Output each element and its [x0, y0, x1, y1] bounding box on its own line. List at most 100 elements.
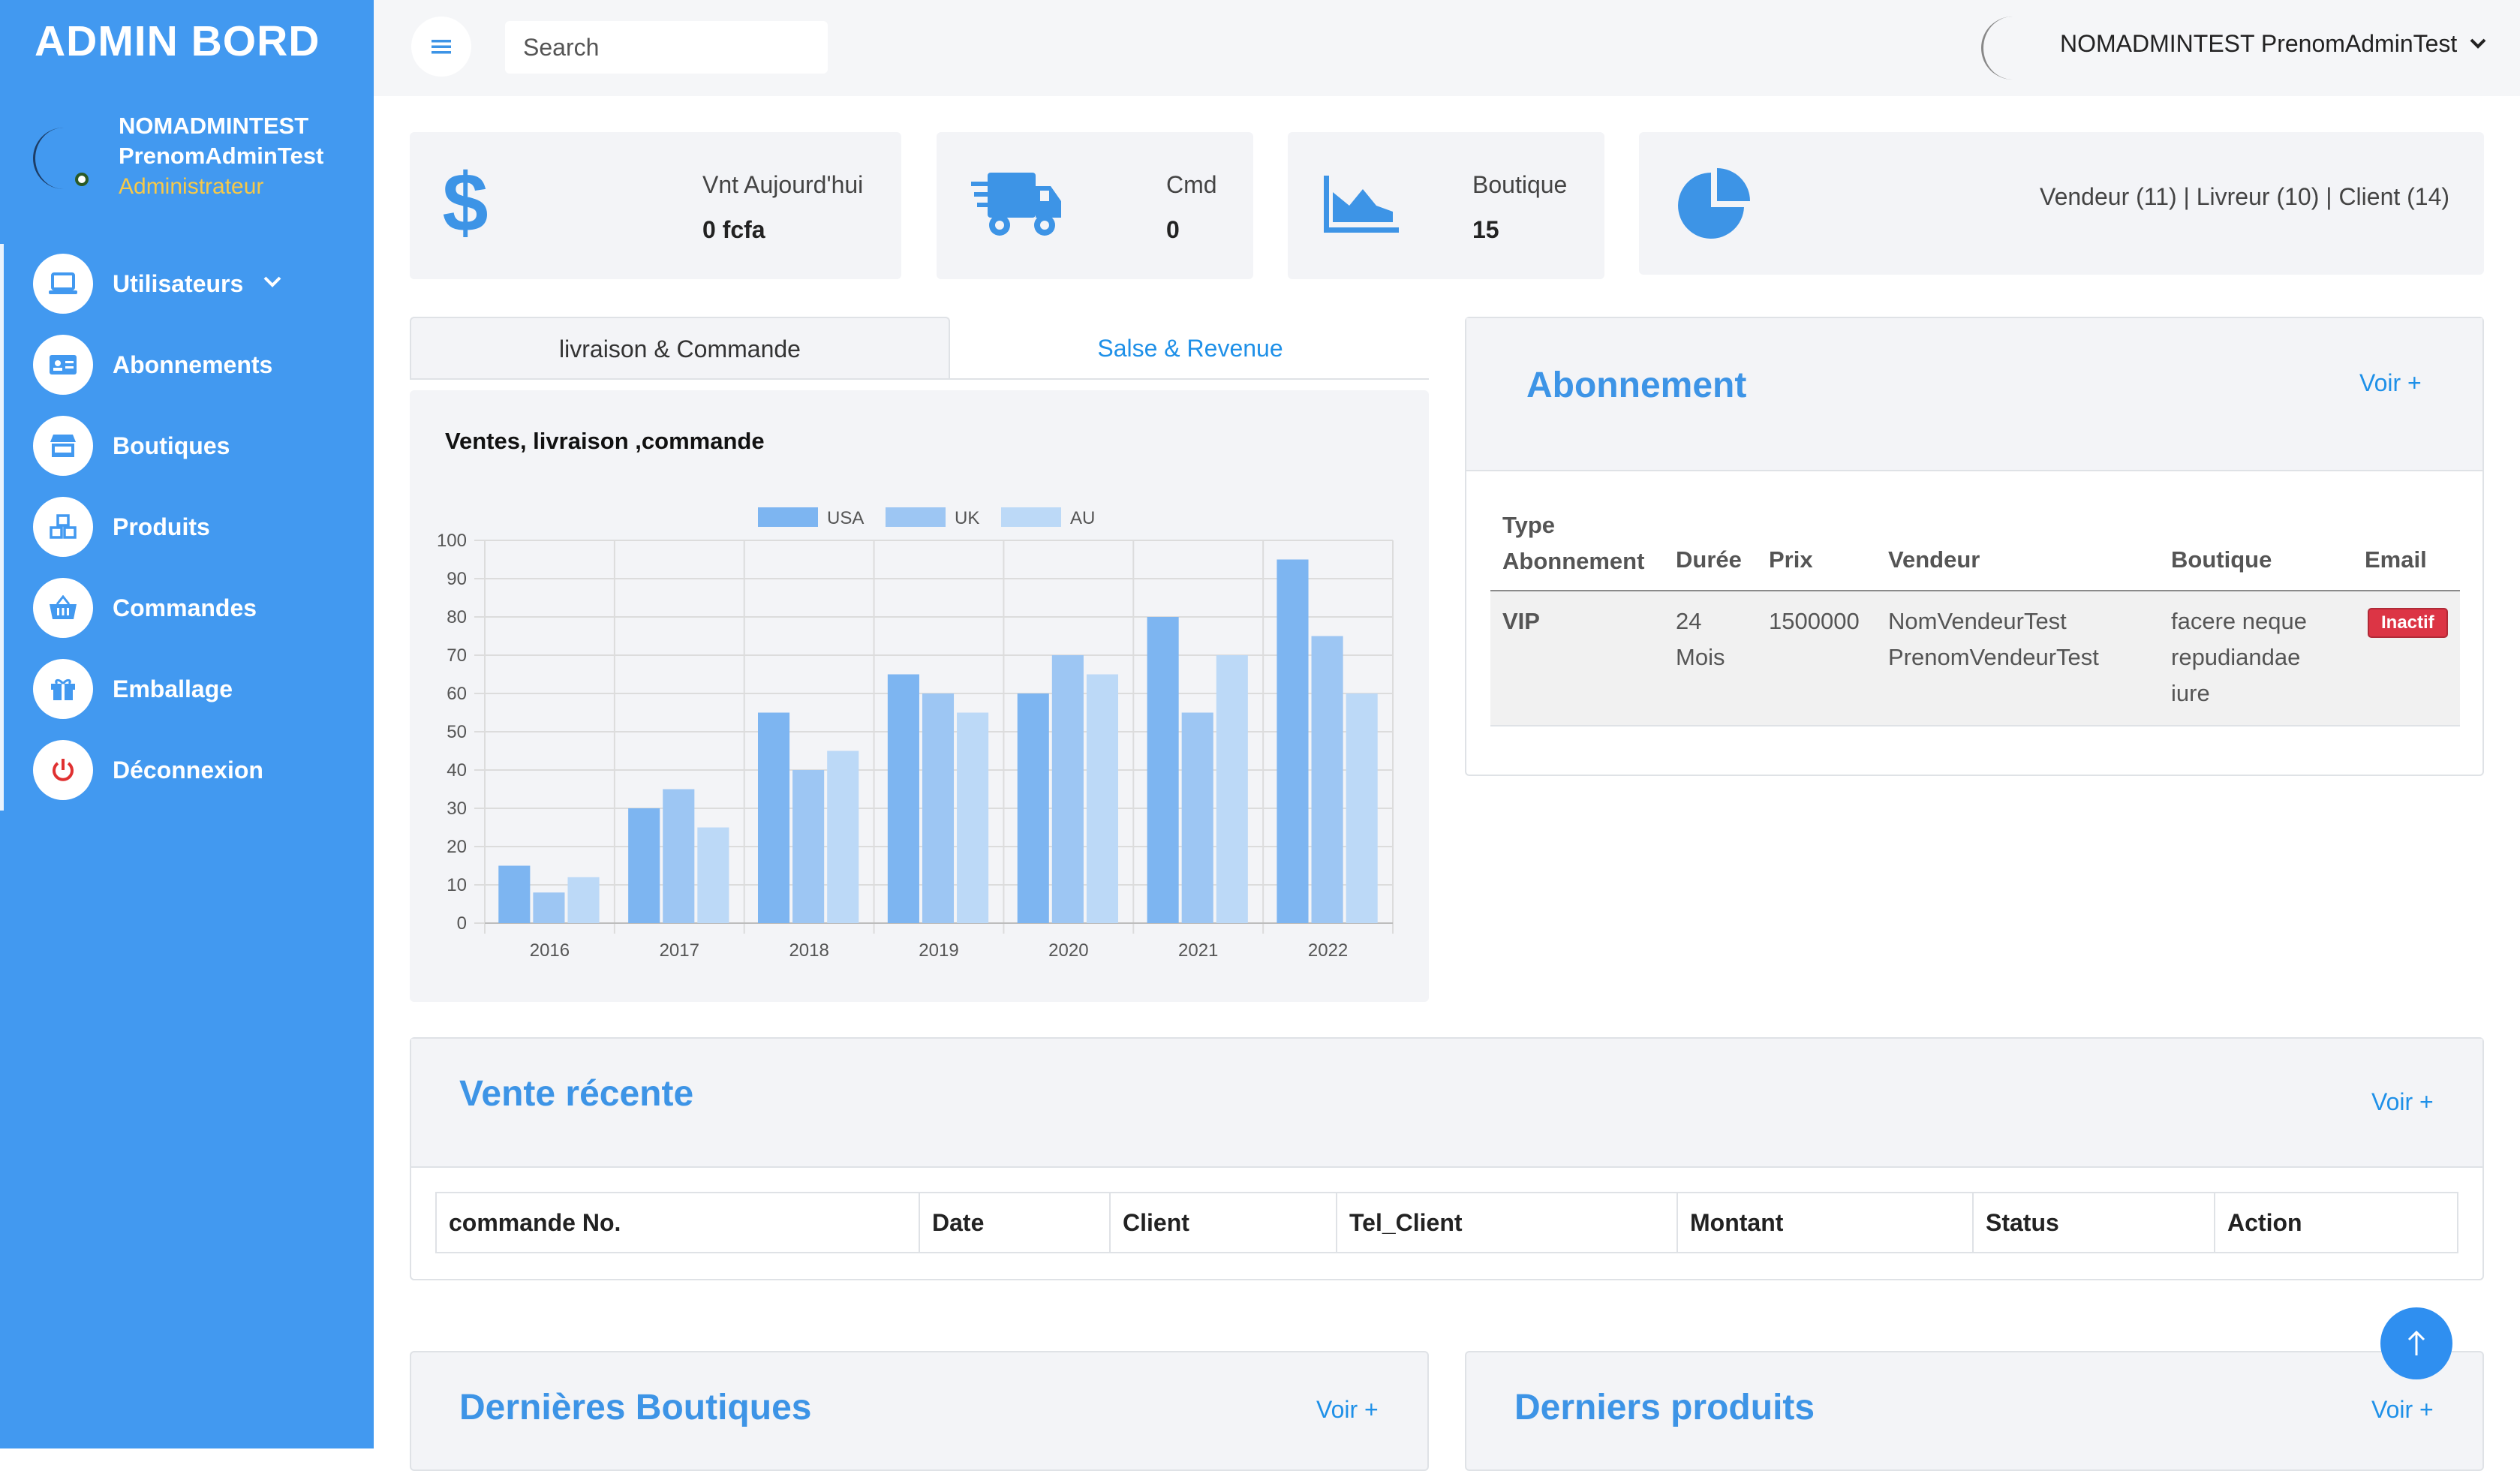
- profile-name: NOMADMINTEST PrenomAdminTest: [119, 113, 324, 169]
- status-badge: Inactif: [2368, 608, 2448, 638]
- bar-chart: 0 10 20 30 40 50 60 70 80 90 100 2016 2017 2018 2019 20…: [437, 507, 1394, 961]
- x-tick-label: 2021: [1178, 940, 1218, 961]
- truck-icon: [970, 168, 1064, 247]
- sidebar-item-utilisateurs[interactable]: Utilisateurs: [33, 254, 243, 314]
- scroll-to-top-button[interactable]: [2380, 1307, 2452, 1379]
- chevron-down-icon[interactable]: [2469, 30, 2487, 54]
- th-prix: Prix: [1769, 546, 1813, 573]
- id-card-icon: [33, 335, 93, 395]
- bar-uk-2020: [1051, 655, 1084, 923]
- th-duree: Durée: [1676, 546, 1742, 573]
- derniers-produits-voir-link[interactable]: Voir +: [2371, 1396, 2434, 1424]
- y-tick-label: 40: [447, 760, 467, 781]
- cell-vendeur: NomVendeurTest PrenomVendeurTest: [1888, 608, 2099, 670]
- bar-uk-2017: [663, 789, 695, 923]
- x-tick-label: 2022: [1308, 940, 1348, 961]
- x-tick-label: 2018: [789, 940, 828, 961]
- derniers-produits-title: Derniers produits: [1514, 1388, 1815, 1427]
- basket-icon: [33, 578, 93, 638]
- th-status: Status: [1974, 1193, 2215, 1252]
- abonnement-voir-link[interactable]: Voir +: [2359, 369, 2422, 397]
- bar-au-2021: [1216, 655, 1248, 923]
- chart-title: Ventes, livraison ,commande: [445, 428, 765, 454]
- vente-recente-voir-link[interactable]: Voir +: [2371, 1088, 2434, 1116]
- gift-icon: [33, 659, 93, 719]
- arrow-up-icon: [2407, 1330, 2425, 1355]
- profile-role: Administrateur: [119, 174, 264, 199]
- bar-usa-2019: [887, 674, 919, 923]
- sidebar-item-emballage[interactable]: Emballage: [33, 659, 233, 719]
- dollar-icon: $: [442, 157, 488, 249]
- abonnement-title: Abonnement: [1526, 365, 1747, 405]
- legend-label: UK: [955, 508, 979, 528]
- stat-label: Vnt Aujourd'hui: [702, 171, 864, 198]
- legend-swatch-uk: [886, 507, 946, 527]
- stat-label: Boutique: [1472, 171, 1568, 198]
- th-vendeur: Vendeur: [1888, 546, 1980, 573]
- sidebar-item-label: Boutiques: [113, 432, 230, 459]
- x-tick-label: 2019: [919, 940, 958, 961]
- y-tick-label: 30: [447, 799, 467, 819]
- th-tel-client: Tel_Client: [1337, 1193, 1678, 1252]
- bar-au-2016: [567, 877, 600, 923]
- sidebar-item-boutiques[interactable]: Boutiques: [33, 416, 230, 476]
- x-tick-label: 2017: [660, 940, 699, 961]
- y-tick-label: 70: [447, 645, 467, 666]
- x-tick-label: 2020: [1048, 940, 1088, 961]
- stat-value: 0: [1166, 216, 1180, 243]
- sidebar-item-label: Emballage: [113, 675, 233, 702]
- y-tick-label: 20: [447, 837, 467, 857]
- tab-salse-revenue[interactable]: Salse & Revenue: [952, 317, 1429, 380]
- nav-indicator: [0, 244, 4, 811]
- bar-usa-2020: [1017, 693, 1049, 923]
- bar-usa-2021: [1147, 617, 1179, 923]
- user-avatar[interactable]: [1981, 17, 2044, 80]
- sidebar-item-commandes[interactable]: Commandes: [33, 578, 257, 638]
- th-date: Date: [920, 1193, 1111, 1252]
- chevron-down-icon[interactable]: [263, 269, 282, 294]
- cubes-icon: [33, 497, 93, 557]
- th-email: Email: [2365, 546, 2427, 573]
- legend-swatch-au: [1001, 507, 1061, 527]
- bar-usa-2022: [1277, 559, 1309, 923]
- tab-livraison-commande[interactable]: livraison & Commande: [410, 317, 950, 380]
- cell-duree: 24 Mois: [1676, 608, 1725, 670]
- y-tick-label: 90: [447, 569, 467, 589]
- sidebar-item-abonnements[interactable]: Abonnements: [33, 335, 272, 395]
- stat-card-ventes: $: [410, 132, 901, 279]
- th-montant: Montant: [1678, 1193, 1974, 1252]
- bar-au-2017: [697, 827, 729, 923]
- y-tick-label: 100: [437, 531, 467, 551]
- sidebar-item-label: Déconnexion: [113, 756, 263, 784]
- sidebar-item-label: Commandes: [113, 594, 257, 621]
- dernieres-boutiques-title: Dernières Boutiques: [459, 1388, 812, 1427]
- svg-text:$: $: [443, 165, 488, 243]
- bar-usa-2016: [498, 865, 531, 923]
- th-action: Action: [2227, 1208, 2302, 1236]
- sidebar-item-produits[interactable]: Produits: [33, 497, 210, 557]
- sidebar-item-label: Produits: [113, 513, 210, 540]
- th-boutique: Boutique: [2171, 546, 2272, 573]
- bar-au-2022: [1346, 693, 1378, 923]
- sidebar-item-deconnexion[interactable]: Déconnexion: [33, 740, 263, 800]
- bar-uk-2018: [792, 770, 825, 923]
- bar-au-2019: [957, 712, 989, 923]
- legend-swatch-usa: [758, 507, 818, 527]
- search-input[interactable]: [505, 21, 828, 74]
- th-type-abonnement: Type Abonnement: [1502, 512, 1645, 574]
- cell-type: VIP: [1502, 608, 1540, 634]
- user-name[interactable]: NOMADMINTEST PrenomAdminTest: [2060, 30, 2457, 58]
- y-tick-label: 80: [447, 607, 467, 627]
- bar-au-2020: [1086, 674, 1118, 923]
- menu-toggle-button[interactable]: [411, 17, 471, 77]
- th-client: Client: [1111, 1193, 1337, 1252]
- stat-card-boutique: [1288, 132, 1604, 279]
- store-icon: [33, 416, 93, 476]
- cell-boutique: facere neque repudiandae iure: [2171, 608, 2307, 706]
- legend-label: USA: [827, 508, 864, 528]
- pie-chart-icon: [1675, 165, 1753, 247]
- dernieres-boutiques-voir-link[interactable]: Voir +: [1316, 1396, 1379, 1424]
- vente-recente-header: [411, 1039, 2482, 1168]
- legend-label: AU: [1070, 508, 1095, 528]
- area-chart-icon: [1324, 176, 1399, 236]
